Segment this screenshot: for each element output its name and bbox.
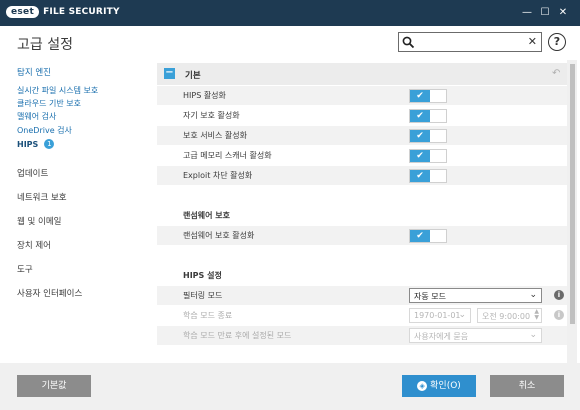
learning-end-date-field[interactable]: 1970-01-01 ⌄ <box>409 308 471 323</box>
hips-toggle[interactable]: ✔ <box>409 89 447 103</box>
mode-after-learning-value: 사용자에게 묻음 <box>414 332 469 341</box>
setting-row-ransomware: 랜섬웨어 보호 활성화 ✔ <box>157 226 570 245</box>
sidebar-subitem-onedrive-scan[interactable]: OneDrive 검사 <box>17 125 72 136</box>
scrollbar[interactable] <box>567 60 577 363</box>
default-button[interactable]: 기본값 <box>17 375 91 397</box>
sidebar-subitem-realtime-protection[interactable]: 실시간 파일 시스템 보호 <box>17 85 98 96</box>
search-input[interactable]: ✕ <box>398 32 542 52</box>
ransomware-toggle[interactable]: ✔ <box>409 229 447 243</box>
ok-label: 확인(O) <box>430 381 461 391</box>
sidebar-item-web-email[interactable]: 웹 및 이메일 <box>17 215 62 227</box>
sidebar-item-tools[interactable]: 도구 <box>17 263 33 275</box>
learning-end-date: 1970-01-01 <box>414 311 461 320</box>
revert-icon[interactable]: ↶ <box>552 68 560 79</box>
protected-service-toggle[interactable]: ✔ <box>409 129 447 143</box>
spinner-icon: ▲ ▼ <box>534 308 539 321</box>
sidebar-item-network-protection[interactable]: 네트워크 보호 <box>17 191 67 203</box>
filter-mode-select[interactable]: 자동 모드 ⌄ <box>409 288 542 303</box>
check-icon: ✔ <box>410 130 430 142</box>
setting-label: 필터링 모드 <box>183 291 223 300</box>
setting-row-mode-after-learning: 학습 모드 만료 후에 설정된 모드 사용자에게 묻음 ⌄ <box>157 326 570 345</box>
close-window-button[interactable]: ✕ <box>556 6 570 20</box>
check-icon: ✔ <box>410 150 430 162</box>
setting-row-protected-service: 보호 서비스 활성화 ✔ <box>157 126 570 145</box>
learning-end-time: 오전 9:00:00 <box>482 312 531 321</box>
sidebar-item-device-control[interactable]: 장치 제어 <box>17 239 51 251</box>
chevron-down-icon: ⌄ <box>529 330 537 340</box>
shield-icon: ◈ <box>417 381 428 391</box>
section-title: 기본 <box>185 71 201 81</box>
info-icon[interactable]: i <box>554 290 564 300</box>
ok-button[interactable]: ◈ 확인(O) <box>402 375 476 397</box>
sidebar-item-update[interactable]: 업데이트 <box>17 167 48 179</box>
sidebar-subitem-hips[interactable]: HIPS 1 <box>17 139 55 149</box>
filter-mode-value: 자동 모드 <box>414 292 446 301</box>
setting-label: HIPS 활성화 <box>183 91 226 100</box>
product-logo: eset FILE SECURITY <box>6 6 120 18</box>
setting-row-exploit-blocker: Exploit 차단 활성화 ✔ <box>157 166 570 185</box>
setting-label: 학습 모드 종료 <box>183 311 233 320</box>
header: 고급 설정 ✕ ? <box>0 26 580 60</box>
chevron-down-icon: ⌄ <box>529 290 537 300</box>
learning-end-time-field[interactable]: 오전 9:00:00 ▲ ▼ <box>477 308 542 323</box>
scrollbar-thumb[interactable] <box>570 64 575 324</box>
check-icon: ✔ <box>410 110 430 122</box>
chevron-down-icon: ⌄ <box>458 310 466 320</box>
setting-row-self-defense: 자기 보호 활성화 ✔ <box>157 106 570 125</box>
memory-scanner-toggle[interactable]: ✔ <box>409 149 447 163</box>
sidebar-item-detection-engine[interactable]: 탐지 엔진 <box>17 66 51 78</box>
setting-row-filter-mode: 필터링 모드 자동 모드 ⌄ i <box>157 286 570 305</box>
hips-settings-heading: HIPS 설정 <box>183 271 222 280</box>
check-icon: ✔ <box>410 90 430 102</box>
footer: 기본값 ◈ 확인(O) 취소 <box>0 363 580 410</box>
minimize-button[interactable]: — <box>520 6 534 20</box>
hips-label: HIPS <box>17 140 39 149</box>
setting-label: 보호 서비스 활성화 <box>183 131 247 140</box>
check-icon: ✔ <box>410 230 430 242</box>
maximize-button[interactable]: ☐ <box>538 6 552 20</box>
check-icon: ✔ <box>410 170 430 182</box>
clear-search-icon[interactable]: ✕ <box>528 35 537 49</box>
search-icon <box>402 36 415 49</box>
title-bar: eset FILE SECURITY — ☐ ✕ <box>0 0 580 26</box>
hips-info-badge: 1 <box>44 139 55 149</box>
setting-row-learning-end: 학습 모드 종료 1970-01-01 ⌄ 오전 9:00:00 ▲ ▼ i <box>157 306 570 325</box>
setting-label: 고급 메모리 스캐너 활성화 <box>183 151 272 160</box>
setting-row-hips: HIPS 활성화 ✔ <box>157 86 570 105</box>
cancel-button[interactable]: 취소 <box>490 375 564 397</box>
setting-row-memory-scanner: 고급 메모리 스캐너 활성화 ✔ <box>157 146 570 165</box>
collapse-icon[interactable]: − <box>164 68 175 79</box>
sidebar-subitem-malware-scan[interactable]: 맬웨어 검사 <box>17 111 56 122</box>
eset-logo: eset <box>6 6 40 18</box>
mode-after-learning-select[interactable]: 사용자에게 묻음 ⌄ <box>409 328 542 343</box>
exploit-blocker-toggle[interactable]: ✔ <box>409 169 447 183</box>
sidebar: 탐지 엔진 실시간 파일 시스템 보호 클라우드 기반 보호 맬웨어 검사 On… <box>0 60 152 363</box>
info-icon[interactable]: i <box>554 310 564 320</box>
setting-label: 학습 모드 만료 후에 설정된 모드 <box>183 331 292 340</box>
page-title: 고급 설정 <box>17 37 73 53</box>
section-header-basic[interactable]: − 기본 ↶ <box>157 63 570 85</box>
setting-label: 자기 보호 활성화 <box>183 111 240 120</box>
sidebar-item-user-interface[interactable]: 사용자 인터페이스 <box>17 287 82 299</box>
help-button[interactable]: ? <box>548 33 566 51</box>
self-defense-toggle[interactable]: ✔ <box>409 109 447 123</box>
setting-label: Exploit 차단 활성화 <box>183 171 253 180</box>
settings-panel: − 기본 ↶ HIPS 활성화 ✔ 자기 보호 활성화 ✔ 보호 서비스 활성화… <box>157 60 570 363</box>
product-title: FILE SECURITY <box>43 7 120 17</box>
sidebar-subitem-cloud-protection[interactable]: 클라우드 기반 보호 <box>17 98 81 109</box>
setting-label: 랜섬웨어 보호 활성화 <box>183 231 255 240</box>
ransomware-heading: 랜섬웨어 보호 <box>183 211 230 220</box>
